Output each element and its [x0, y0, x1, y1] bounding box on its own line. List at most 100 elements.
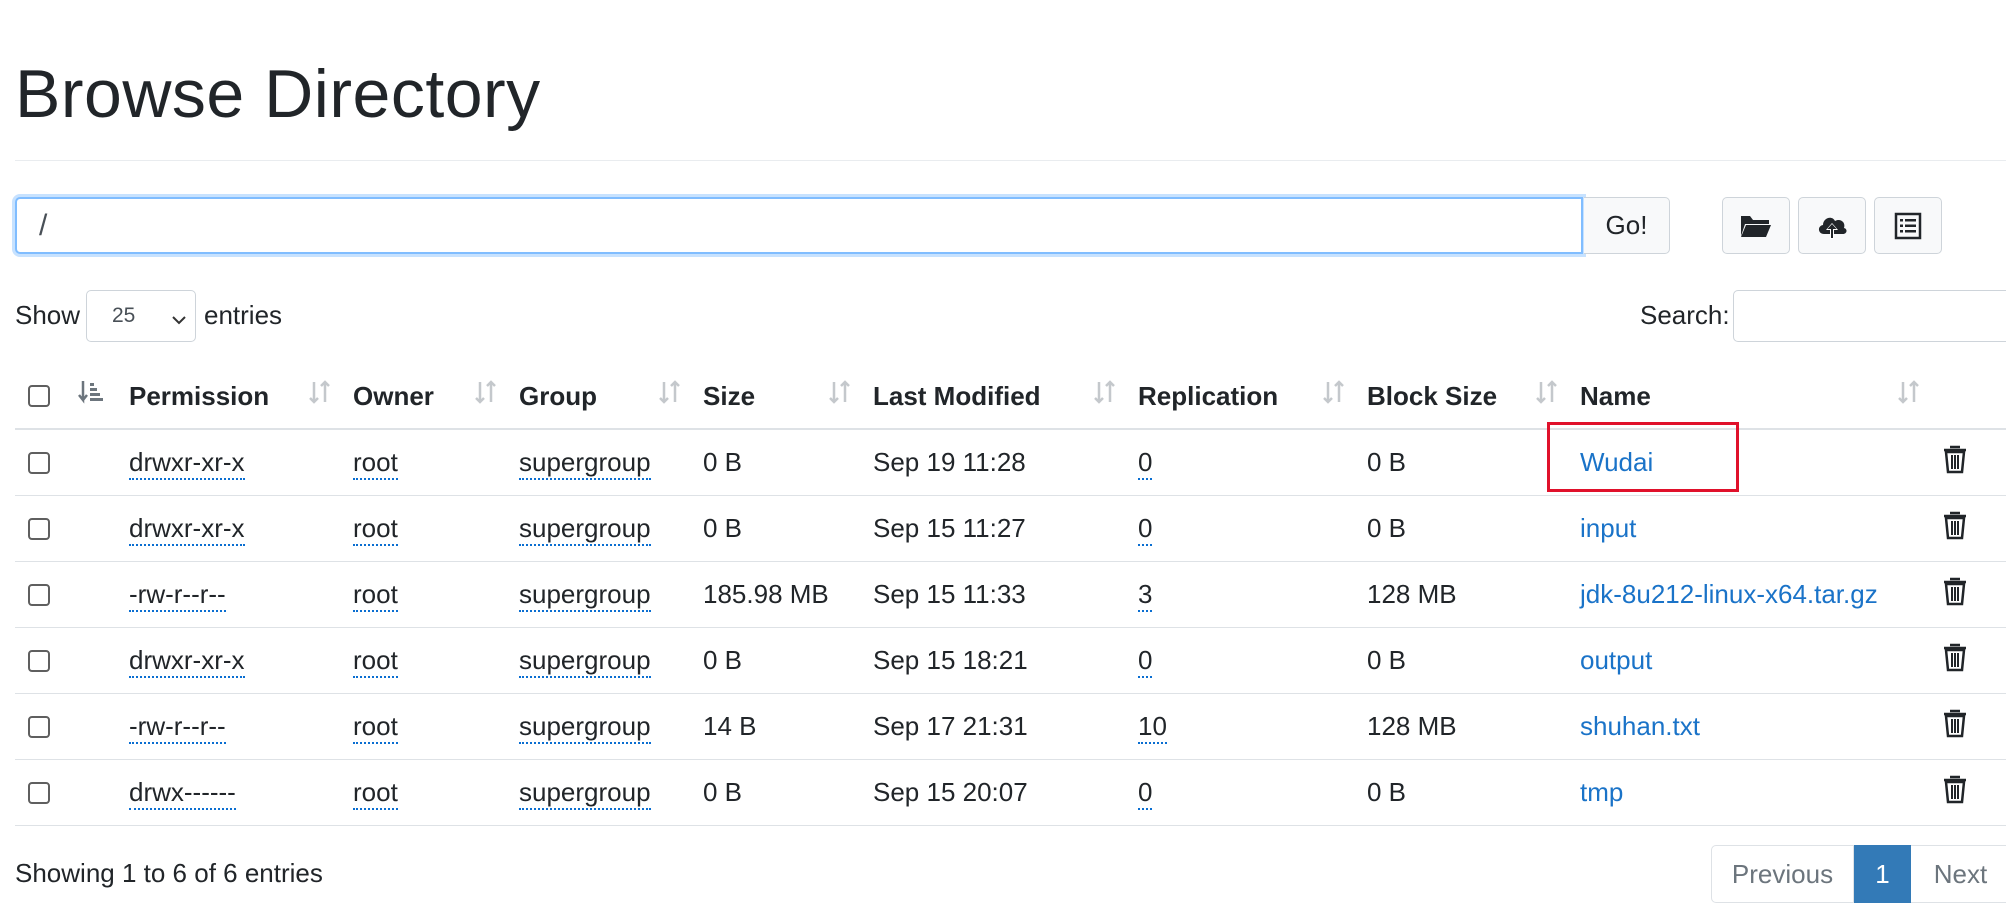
- trash-icon[interactable]: [1942, 444, 1968, 481]
- permission-value[interactable]: drwxr-xr-x: [129, 645, 245, 678]
- actions-header: [1942, 364, 2006, 430]
- create-directory-button[interactable]: [1722, 197, 1790, 254]
- previous-page-button[interactable]: Previous: [1711, 845, 1854, 903]
- file-name-link[interactable]: jdk-8u212-linux-x64.tar.gz: [1580, 579, 1878, 609]
- select-all-cell: [15, 364, 60, 430]
- column-header-size[interactable]: Size: [703, 364, 873, 430]
- row-checkbox[interactable]: [28, 451, 50, 474]
- folder-open-icon: [1739, 212, 1773, 240]
- search-input[interactable]: [1733, 290, 2006, 342]
- column-header-label: Owner: [353, 380, 434, 411]
- table-header-row: Permission Owner Group Size Last Modifie…: [15, 364, 2006, 430]
- directory-path-input[interactable]: [15, 197, 1583, 254]
- column-header-permission[interactable]: Permission: [129, 364, 353, 430]
- file-name-link[interactable]: output: [1580, 645, 1652, 675]
- upload-files-button[interactable]: [1798, 197, 1866, 254]
- chevron-down-icon: [171, 308, 187, 332]
- row-checkbox[interactable]: [28, 649, 50, 672]
- trash-icon[interactable]: [1942, 576, 1968, 613]
- cut-paste-button[interactable]: [1874, 197, 1942, 254]
- table-row: drwx------ root supergroup 0 B Sep 15 20…: [15, 759, 2006, 826]
- column-header-replication[interactable]: Replication: [1138, 364, 1367, 430]
- search-label: Search:: [1640, 300, 1730, 330]
- owner-value[interactable]: root: [353, 645, 398, 678]
- column-header-label: Group: [519, 380, 597, 411]
- table-row: drwxr-xr-x root supergroup 0 B Sep 15 11…: [15, 495, 2006, 562]
- size-value: 0 B: [703, 645, 743, 675]
- file-name-link[interactable]: Wudai: [1580, 447, 1653, 477]
- file-name-link[interactable]: shuhan.txt: [1580, 711, 1700, 741]
- replication-value[interactable]: 0: [1138, 777, 1153, 810]
- permission-value[interactable]: drwxr-xr-x: [129, 513, 245, 546]
- select-all-checkbox[interactable]: [28, 385, 50, 407]
- page-title: Browse Directory: [15, 56, 541, 132]
- trash-icon[interactable]: [1942, 642, 1968, 679]
- replication-value[interactable]: 3: [1138, 579, 1153, 612]
- replication-value[interactable]: 0: [1138, 645, 1153, 678]
- sort-column-header[interactable]: [60, 364, 129, 430]
- sort-icon: [657, 378, 683, 413]
- owner-value[interactable]: root: [353, 447, 398, 480]
- size-value: 14 B: [703, 711, 757, 741]
- column-header-block-size[interactable]: Block Size: [1367, 364, 1580, 430]
- replication-value[interactable]: 0: [1138, 447, 1153, 480]
- column-header-last-modified[interactable]: Last Modified: [873, 364, 1138, 430]
- table-row: drwxr-xr-x root supergroup 0 B Sep 15 18…: [15, 627, 2006, 694]
- show-label: Show: [15, 300, 81, 330]
- group-value[interactable]: supergroup: [519, 711, 651, 744]
- sort-icon: [1534, 378, 1560, 413]
- permission-value[interactable]: -rw-r--r--: [129, 579, 226, 612]
- file-name-link[interactable]: input: [1580, 513, 1636, 543]
- table-info: Showing 1 to 6 of 6 entries: [15, 858, 323, 888]
- trash-icon[interactable]: [1942, 774, 1968, 811]
- row-checkbox[interactable]: [28, 583, 50, 606]
- block-size-value: 0 B: [1367, 777, 1407, 807]
- permission-value[interactable]: drwxr-xr-x: [129, 447, 245, 480]
- group-value[interactable]: supergroup: [519, 513, 651, 546]
- replication-value[interactable]: 0: [1138, 513, 1153, 546]
- replication-value[interactable]: 10: [1138, 711, 1167, 744]
- group-value[interactable]: supergroup: [519, 645, 651, 678]
- row-checkbox[interactable]: [28, 715, 50, 738]
- file-name-link[interactable]: tmp: [1580, 777, 1623, 807]
- column-header-label: Size: [703, 380, 756, 411]
- column-header-owner[interactable]: Owner: [353, 364, 519, 430]
- pagination: Previous 1 Next: [1711, 845, 2006, 903]
- file-listing-table: Permission Owner Group Size Last Modifie…: [15, 364, 2006, 826]
- owner-value[interactable]: root: [353, 579, 398, 612]
- trash-icon[interactable]: [1942, 708, 1968, 745]
- modified-value: Sep 15 20:07: [873, 777, 1028, 807]
- group-value[interactable]: supergroup: [519, 777, 651, 810]
- page-length-value: 25: [112, 304, 136, 327]
- sort-icon: [1321, 378, 1347, 413]
- modified-value: Sep 15 18:21: [873, 645, 1028, 675]
- block-size-value: 0 B: [1367, 645, 1407, 675]
- owner-value[interactable]: root: [353, 777, 398, 810]
- page-1-button[interactable]: 1: [1854, 845, 1911, 903]
- go-button[interactable]: Go!: [1584, 197, 1670, 254]
- group-value[interactable]: supergroup: [519, 447, 651, 480]
- size-value: 185.98 MB: [703, 579, 829, 609]
- modified-value: Sep 17 21:31: [873, 711, 1028, 741]
- column-header-label: Block Size: [1367, 380, 1498, 411]
- block-size-value: 128 MB: [1367, 579, 1457, 609]
- row-checkbox[interactable]: [28, 781, 50, 804]
- permission-value[interactable]: drwx------: [129, 777, 236, 810]
- next-page-button[interactable]: Next: [1911, 845, 2006, 903]
- owner-value[interactable]: root: [353, 513, 398, 546]
- trash-icon[interactable]: [1942, 510, 1968, 547]
- row-checkbox[interactable]: [28, 517, 50, 540]
- size-value: 0 B: [703, 447, 743, 477]
- block-size-value: 0 B: [1367, 447, 1407, 477]
- column-header-name[interactable]: Name: [1580, 364, 1942, 430]
- column-header-label: Replication: [1138, 380, 1279, 411]
- page-length-select[interactable]: 25: [86, 290, 196, 342]
- permission-value[interactable]: -rw-r--r--: [129, 711, 226, 744]
- sort-icon: [1896, 378, 1922, 413]
- entries-label: entries: [204, 300, 283, 330]
- column-header-label: Permission: [129, 380, 270, 411]
- column-header-group[interactable]: Group: [519, 364, 703, 430]
- group-value[interactable]: supergroup: [519, 579, 651, 612]
- owner-value[interactable]: root: [353, 711, 398, 744]
- column-header-label: Name: [1580, 380, 1651, 411]
